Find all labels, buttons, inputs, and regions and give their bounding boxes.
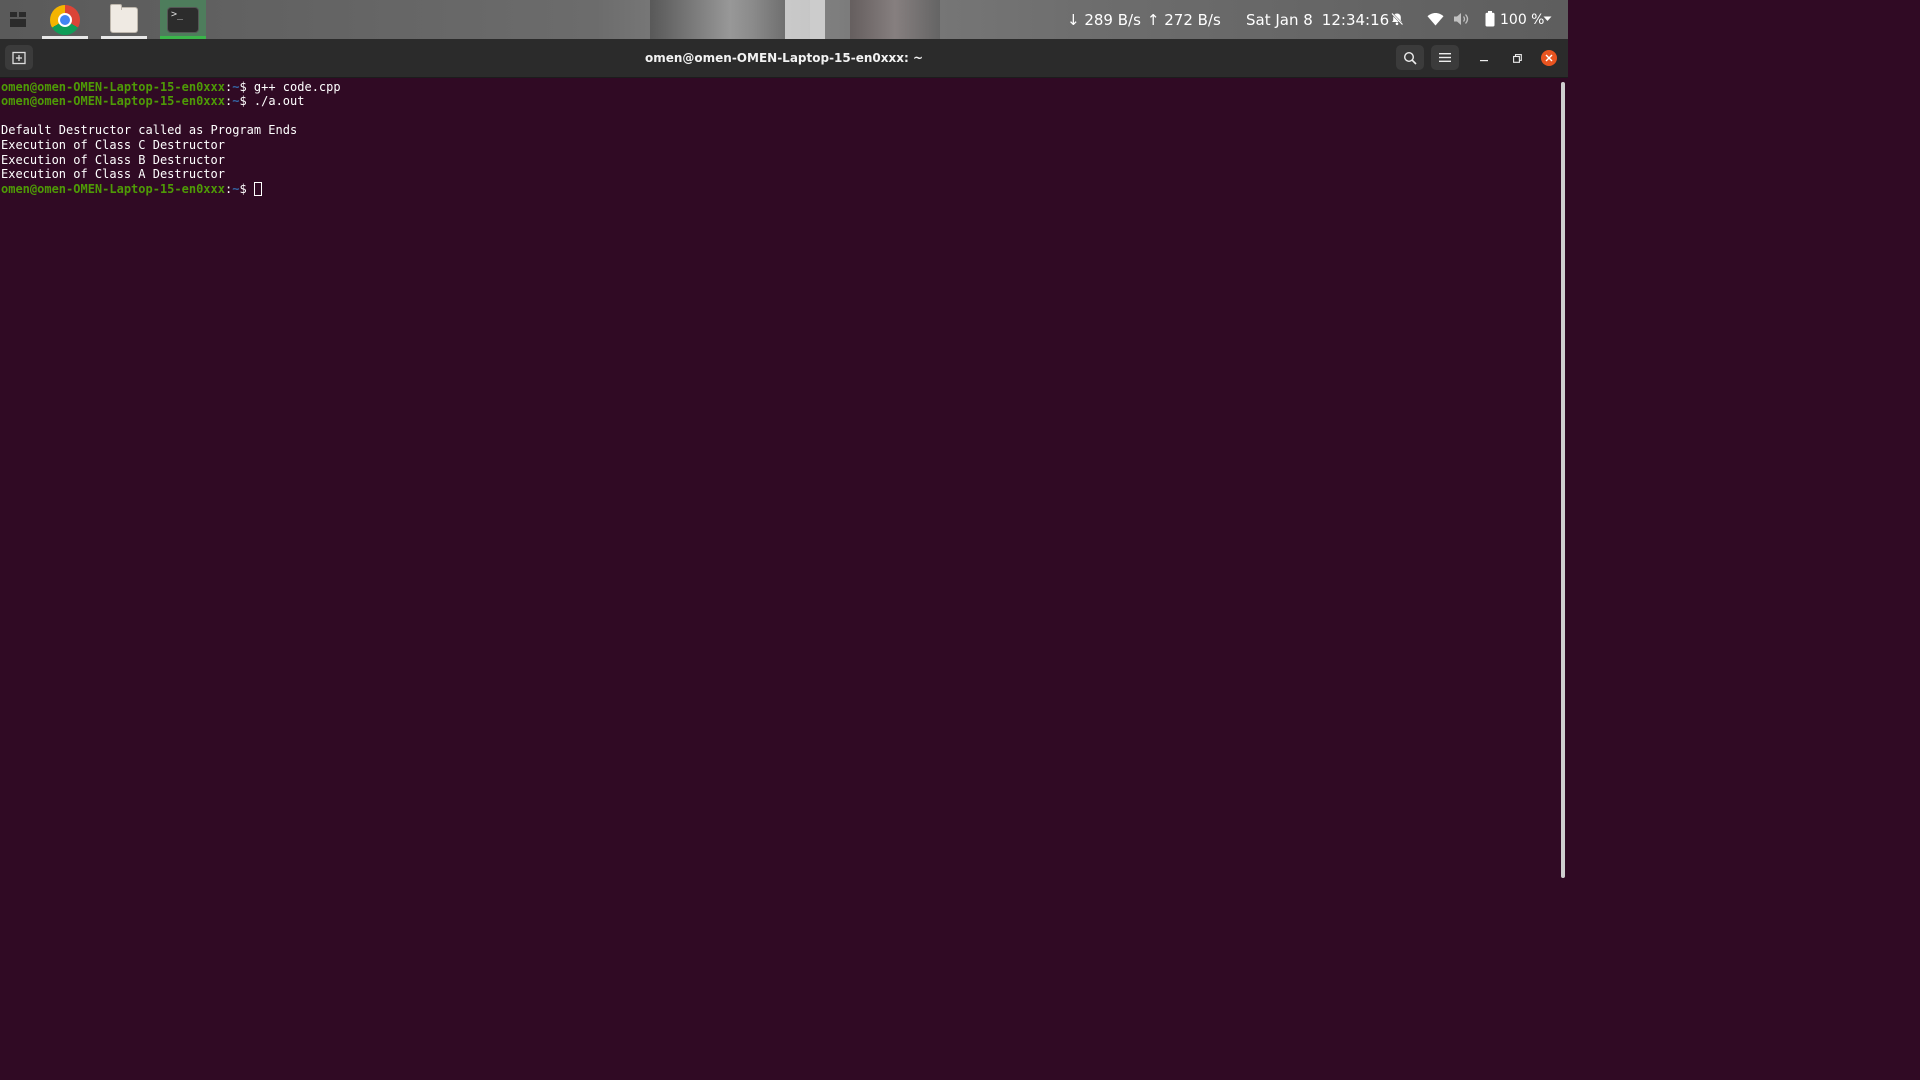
files-icon — [110, 3, 138, 33]
prompt-symbol: $ — [239, 80, 254, 94]
dock-app-files[interactable] — [101, 0, 147, 39]
terminal-output[interactable]: omen@omen-OMEN-Laptop-15-en0xxx:~$ g++ c… — [0, 78, 1560, 882]
command-text: ./a.out — [253, 94, 305, 108]
speaker-icon[interactable] — [1452, 10, 1470, 28]
battery-icon[interactable] — [1481, 10, 1499, 28]
terminal-line: omen@omen-OMEN-Laptop-15-en0xxx:~$ ./a.o… — [1, 94, 304, 109]
terminal-output-line: Execution of Class A Destructor — [1, 167, 225, 181]
network-up-speed: ↑ 272 B/s — [1146, 10, 1221, 29]
prompt-user-host: omen@omen-OMEN-Laptop-15-en0xxx — [1, 182, 225, 196]
prompt-user-host: omen@omen-OMEN-Laptop-15-en0xxx — [1, 94, 225, 108]
wallpaper-fragment — [850, 0, 940, 39]
network-down-speed: ↓ 289 B/s — [1067, 10, 1141, 29]
minimize-icon — [1480, 60, 1488, 62]
wifi-icon[interactable] — [1426, 10, 1444, 28]
new-tab-button[interactable] — [5, 45, 33, 70]
minimize-button[interactable] — [1474, 48, 1494, 68]
terminal-icon: >_ — [167, 6, 199, 33]
clock-time: 12:34:16 — [1321, 10, 1390, 29]
activities-icon — [10, 12, 26, 27]
dock-app-chrome[interactable] — [42, 0, 88, 39]
bell-muted-icon[interactable] — [1388, 10, 1406, 28]
close-icon — [1545, 54, 1553, 62]
chevron-down-icon[interactable] — [1538, 10, 1556, 28]
network-speed-indicator[interactable]: ↓ 289 B/s ↑ 272 B/s — [1067, 0, 1221, 39]
new-tab-icon — [12, 51, 26, 64]
restore-icon — [1512, 53, 1522, 63]
terminal-output-line: Execution of Class B Destructor — [1, 153, 225, 167]
chrome-icon — [50, 4, 80, 35]
dock-app-terminal[interactable]: >_ — [160, 0, 206, 39]
terminal-line: omen@omen-OMEN-Laptop-15-en0xxx:~$ g++ c… — [1, 80, 341, 95]
top-panel: >_ ↓ 289 B/s ↑ 272 B/s Sat Jan 8 12:34:1… — [0, 0, 1568, 39]
command-text: g++ code.cpp — [253, 80, 341, 94]
terminal-output-line: Default Destructor called as Program End… — [1, 123, 298, 137]
clock[interactable]: Sat Jan 8 12:34:16 — [1246, 0, 1389, 39]
close-button[interactable] — [1541, 50, 1557, 66]
hamburger-menu-icon — [1439, 53, 1451, 62]
terminal-headerbar: omen@omen-OMEN-Laptop-15-en0xxx: ~ — [0, 39, 1568, 78]
scrollbar-thumb[interactable] — [1561, 82, 1565, 878]
window-title: omen@omen-OMEN-Laptop-15-en0xxx: ~ — [644, 51, 924, 65]
maximize-button[interactable] — [1507, 48, 1527, 68]
prompt-user-host: omen@omen-OMEN-Laptop-15-en0xxx — [1, 80, 225, 94]
text-cursor — [253, 182, 262, 196]
wallpaper-fragment — [785, 0, 825, 39]
terminal-line: omen@omen-OMEN-Laptop-15-en0xxx:~$ — [1, 182, 262, 197]
prompt-symbol: $ — [239, 182, 254, 196]
clock-date: Sat Jan 8 — [1246, 10, 1313, 29]
hamburger-menu-button[interactable] — [1431, 45, 1459, 70]
activities-button[interactable] — [0, 0, 36, 39]
search-icon — [1403, 51, 1417, 65]
search-button[interactable] — [1396, 45, 1424, 70]
terminal-output-line: Execution of Class C Destructor — [1, 138, 225, 152]
prompt-symbol: $ — [239, 94, 254, 108]
